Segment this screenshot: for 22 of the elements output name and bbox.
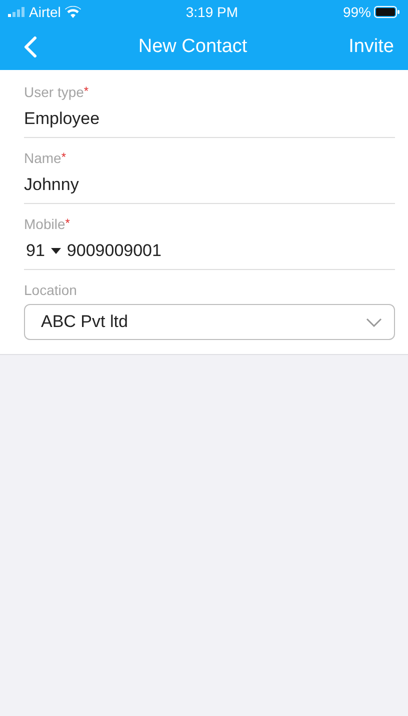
carrier-name: Airtel [29,4,61,20]
phone-field[interactable]: 9009009001 [66,241,162,261]
clock-time: 3:19 PM [186,4,238,20]
text-field[interactable]: Johnny [24,172,395,204]
screen-title: New Contact [138,36,248,58]
signal-icon [8,7,25,17]
field-label: Name [24,150,62,166]
required-mark: * [61,150,66,166]
battery-percent: 99% [342,4,371,20]
battery-icon [374,6,400,18]
required-mark: * [84,84,89,100]
field-label: Mobile [24,216,66,232]
text-field[interactable]: Employee [24,106,395,138]
country-code-dropdown[interactable]: 91 [24,241,61,261]
back-button[interactable] [24,36,37,58]
caret-icon [50,248,61,254]
required-mark: * [65,216,70,232]
wifi-icon [64,6,81,18]
field-label: User type [24,84,84,100]
chevron-down-icon [366,318,382,326]
field-label: Location [24,282,77,298]
location-dropdown[interactable]: ABC Pvt ltd [24,304,395,340]
